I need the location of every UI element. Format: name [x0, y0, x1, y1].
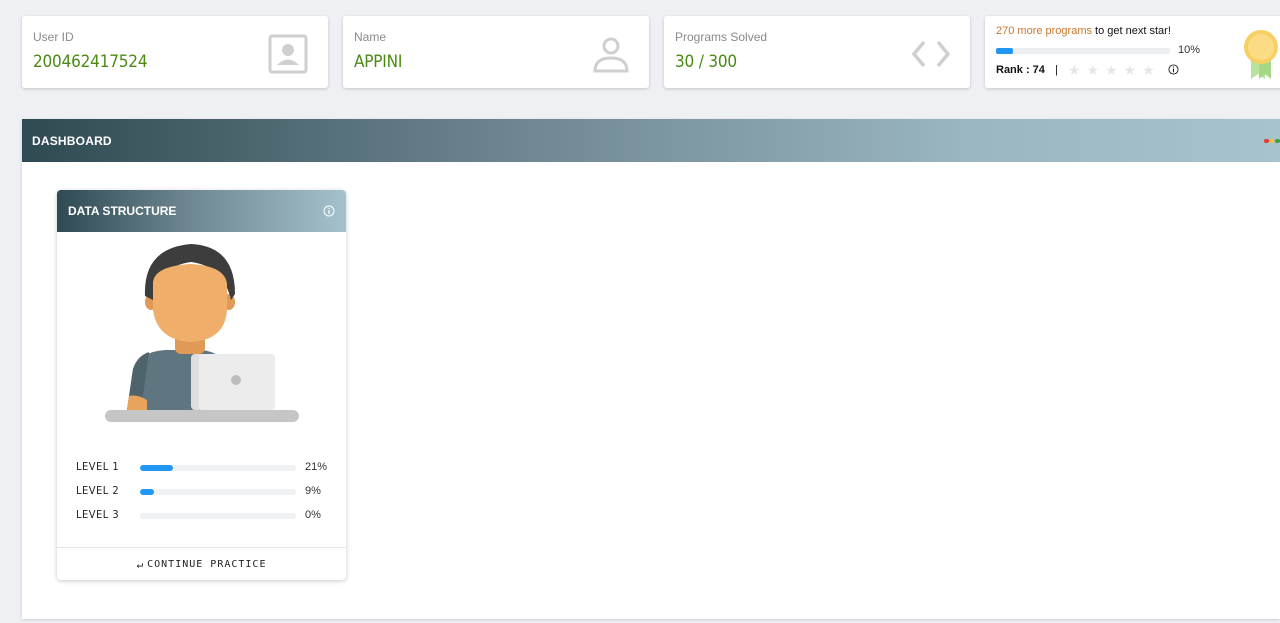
level-progress-track	[140, 465, 296, 471]
code-brackets-icon	[911, 40, 951, 68]
rank-separator: |	[1055, 64, 1058, 76]
rank-text: Rank : 74	[996, 64, 1045, 76]
programs-remaining-text: 270 more programs	[996, 25, 1092, 37]
info-icon[interactable]	[1168, 64, 1179, 75]
level-progress-fill	[140, 489, 155, 495]
contact-card-icon	[268, 34, 308, 74]
level-progress-track	[140, 513, 296, 519]
user-id-label: User ID	[33, 30, 74, 44]
user-id-value: 200462417524	[33, 52, 148, 72]
level-name: LEVEL 2	[76, 484, 120, 497]
level-row: LEVEL 1 21%	[76, 460, 336, 476]
level-row: LEVEL 2 9%	[76, 484, 336, 500]
level-percent: 9%	[305, 485, 321, 497]
name-value: APPINI	[354, 52, 403, 72]
name-label: Name	[354, 30, 387, 44]
medal-icon	[1244, 30, 1278, 79]
dashboard-panel: DASHBOARD DATA STRUCTURE LEVEL 1 21% LEV…	[22, 119, 1280, 619]
status-dot-yellow	[1269, 139, 1275, 143]
programs-solved-label: Programs Solved	[675, 30, 768, 44]
star-progress-percent: 10%	[1178, 44, 1201, 56]
data-structure-card: DATA STRUCTURE LEVEL 1 21% LEVEL 2 9% LE…	[57, 190, 346, 580]
student-laptop-illustration	[105, 244, 299, 422]
level-percent: 0%	[305, 509, 321, 521]
level-percent: 21%	[305, 461, 328, 473]
next-star-text: to get next star!	[1092, 25, 1171, 37]
name-card: Name APPINI	[343, 16, 649, 88]
status-dots	[1264, 139, 1280, 143]
level-progress-track	[140, 489, 296, 495]
next-star-card: 270 more programs to get next star! 10% …	[985, 16, 1280, 88]
status-dot-red	[1264, 139, 1269, 143]
data-structure-header: DATA STRUCTURE	[57, 190, 346, 232]
star-progress-bar	[996, 48, 1170, 54]
continue-practice-button[interactable]: ↵ CONTINUE PRACTICE	[57, 547, 346, 580]
dashboard-header: DASHBOARD	[22, 119, 1280, 162]
info-icon[interactable]	[323, 205, 335, 217]
programs-solved-card: Programs Solved 30 / 300	[664, 16, 970, 88]
level-row: LEVEL 3 0%	[76, 508, 336, 524]
status-dot-green	[1275, 139, 1280, 143]
user-id-card: User ID 200462417524	[22, 16, 328, 88]
user-icon	[593, 37, 629, 73]
level-name: LEVEL 1	[76, 460, 120, 473]
dashboard-title: DASHBOARD	[32, 133, 112, 148]
continue-practice-label: CONTINUE PRACTICE	[147, 558, 267, 570]
next-star-message: 270 more programs to get next star!	[996, 25, 1171, 37]
data-structure-title: DATA STRUCTURE	[68, 204, 177, 218]
programs-solved-value: 30 / 300	[675, 52, 737, 72]
level-name: LEVEL 3	[76, 508, 120, 521]
level-progress-fill	[140, 465, 173, 471]
star-rating: ★★★★★	[1068, 62, 1161, 78]
star-progress-fill	[996, 48, 1014, 54]
enter-icon: ↵	[136, 557, 144, 571]
